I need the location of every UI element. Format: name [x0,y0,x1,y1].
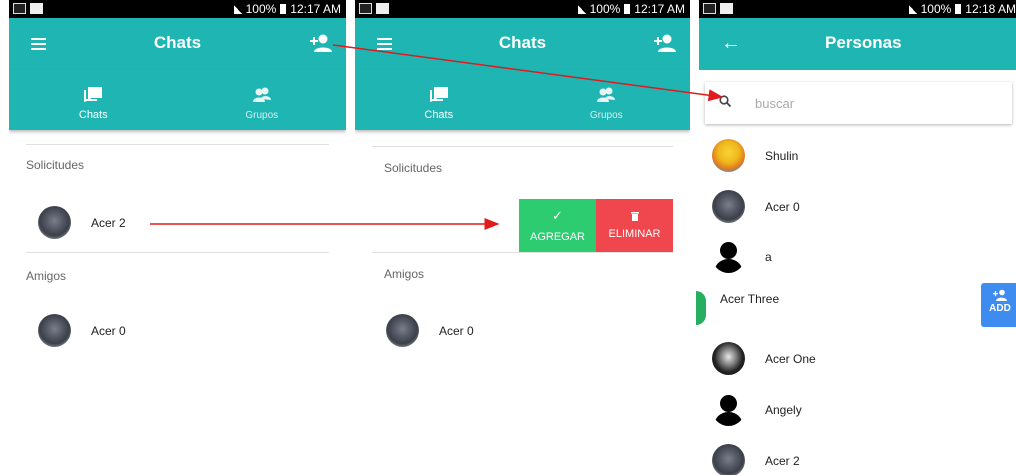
person-name: Angely [765,402,802,417]
app-bar: ← Personas [699,18,1016,70]
contact-name: Acer 0 [439,323,474,338]
tab-label: Chats [424,109,454,121]
avatar [712,342,745,375]
accept-button[interactable]: ✓ AGREGAR [519,199,596,252]
person-item[interactable]: Acer One [712,342,816,375]
tab-bar: Chats Grupos [9,70,346,130]
friends-header: Amigos [384,267,425,281]
page-title: Chats [498,33,547,52]
divider [26,252,329,253]
tab-bar: Chats Grupos [355,70,690,130]
battery-icon [955,4,962,14]
divider [372,252,673,253]
divider [372,146,673,147]
person-name: Acer One [765,351,816,366]
check-icon: ✓ [552,208,563,223]
person-item[interactable]: Acer 2 [712,444,800,475]
person-name: Acer 2 [765,453,800,468]
contact-name: Acer 2 [91,215,126,230]
add-user-icon [993,289,1007,301]
notification-icon [30,3,43,14]
signal-icon [908,4,917,14]
person-name: Acer Three [720,292,780,306]
request-item[interactable]: Acer 2 [38,206,126,239]
back-arrow-icon[interactable]: ← [721,32,741,55]
add-user-icon[interactable] [308,33,332,53]
chat-icon [429,87,448,102]
gallery-notification-icon [13,3,26,14]
search-input[interactable]: buscar [755,96,794,111]
trash-icon [630,212,639,221]
screen-chats: 100% 12:17 AM Chats Chats Grupos Solicit… [9,0,346,475]
search-bar[interactable]: buscar [705,82,1012,124]
avatar-green-circle [696,291,706,325]
status-bar: 100% 12:18 AM [699,0,1016,18]
friends-header: Amigos [26,269,67,283]
swipe-actions: ✓ AGREGAR ELIMINAR [519,199,673,252]
tab-chats[interactable]: Chats [9,70,178,130]
status-time: 12:17 AM [634,2,685,16]
group-icon [252,87,271,102]
avatar [712,444,745,475]
tab-groups[interactable]: Grupos [178,70,347,130]
battery-icon [624,4,631,14]
screen-chats-swiped: 100% 12:17 AM Chats Chats Grupos Solicit… [355,0,690,475]
person-item[interactable]: Shulin [712,139,798,172]
add-user-icon[interactable] [652,33,676,53]
person-name: a [765,249,772,264]
tab-groups[interactable]: Grupos [523,70,691,130]
signal-icon [233,4,242,14]
tab-label: Grupos [589,110,623,121]
battery-percent: 100% [920,2,952,16]
tab-label: Grupos [245,110,279,121]
friend-item[interactable]: Acer 0 [38,314,126,347]
status-bar: 100% 12:17 AM [355,0,690,18]
tab-chats[interactable]: Chats [355,70,523,130]
avatar [38,206,71,239]
status-time: 12:17 AM [290,2,341,16]
delete-label: ELIMINAR [608,228,661,240]
avatar [712,393,745,426]
divider [26,144,329,145]
avatar [38,314,71,347]
notification-icon [376,3,389,14]
app-bar: Chats [355,18,690,70]
battery-icon [280,4,287,14]
chat-icon [84,87,103,102]
battery-percent: 100% [245,2,277,16]
person-item[interactable]: a [712,240,772,273]
battery-percent: 100% [589,2,621,16]
gallery-notification-icon [359,3,372,14]
tab-label: Chats [78,109,108,121]
add-label: ADD [989,303,1011,314]
person-item[interactable]: Acer Three [699,292,779,306]
contact-name: Acer 0 [91,323,126,338]
status-bar: 100% 12:17 AM [9,0,346,18]
requests-header: Solicitudes [384,161,443,175]
person-item[interactable]: Acer 0 [712,190,800,223]
page-title: Chats [153,33,202,52]
status-time: 12:18 AM [965,2,1016,16]
avatar [386,314,419,347]
notification-icon [720,3,733,14]
friend-item[interactable]: Acer 0 [386,314,474,347]
delete-button[interactable]: ELIMINAR [596,199,673,252]
avatar [712,190,745,223]
person-name: Shulin [765,148,799,163]
signal-icon [577,4,586,14]
page-title: Personas [825,33,902,52]
gallery-notification-icon [703,3,716,14]
add-button[interactable]: ADD [981,283,1016,327]
search-icon [719,95,731,107]
group-icon [597,87,616,102]
requests-header: Solicitudes [26,158,85,172]
person-name: Acer 0 [765,199,800,214]
avatar [712,240,745,273]
accept-label: AGREGAR [529,231,585,243]
person-item[interactable]: Angely [712,393,802,426]
app-bar: Chats [9,18,346,70]
screen-people: 100% 12:18 AM ← Personas buscar Shulin A… [699,0,1016,475]
avatar [712,139,745,172]
